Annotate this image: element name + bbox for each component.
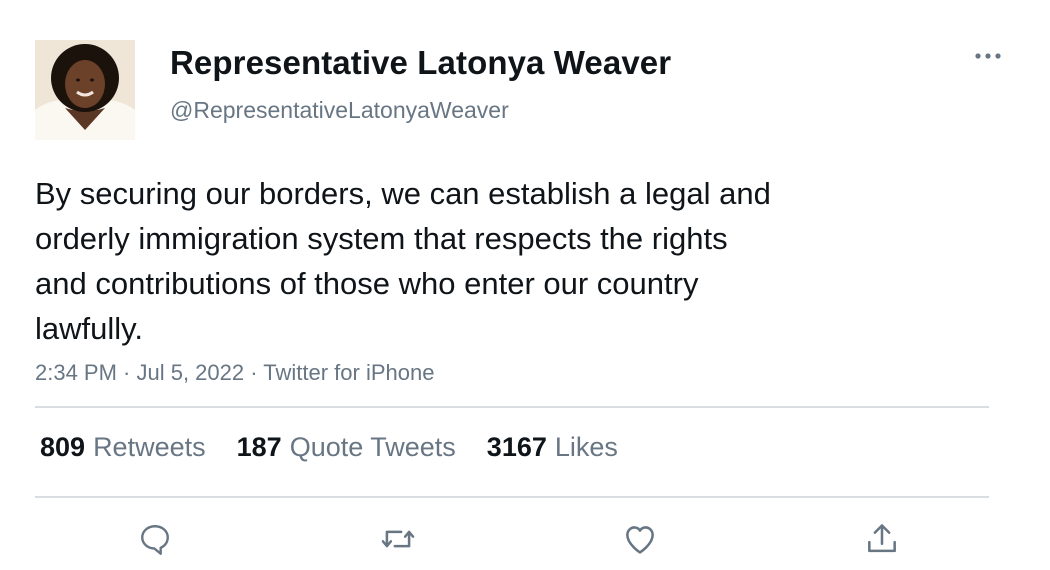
share-icon — [868, 524, 896, 553]
author-handle[interactable]: @RepresentativeLatonyaWeaver — [170, 97, 509, 124]
quote-tweets-label: Quote Tweets — [289, 432, 456, 462]
likes-count: 3167 — [486, 432, 547, 462]
tweet-text-line: lawfully. — [35, 311, 143, 346]
avatar[interactable] — [35, 40, 135, 140]
divider — [35, 496, 989, 498]
reply-button[interactable] — [134, 518, 176, 560]
like-button[interactable] — [619, 518, 661, 560]
retweets-label: Retweets — [93, 432, 206, 462]
more-horizontal-icon — [975, 53, 1001, 59]
reply-icon — [141, 525, 169, 555]
tweet-text-line: orderly immigration system that respects… — [35, 221, 728, 256]
avatar-image — [35, 40, 135, 140]
quote-tweets-stat[interactable]: 187 Quote Tweets — [237, 432, 456, 463]
more-options-button[interactable] — [970, 44, 1006, 68]
retweets-stat[interactable]: 809 Retweets — [40, 432, 206, 463]
engagement-stats: 809 Retweets 187 Quote Tweets 3167 Likes — [40, 432, 618, 463]
retweet-button[interactable] — [377, 518, 419, 560]
heart-icon — [626, 526, 654, 554]
share-button[interactable] — [861, 518, 903, 560]
quote-tweets-count: 187 — [236, 432, 282, 462]
likes-label: Likes — [554, 432, 618, 462]
likes-stat[interactable]: 3167 Likes — [487, 432, 618, 463]
tweet-timestamp[interactable]: 2:34 PM · Jul 5, 2022 · Twitter for iPho… — [35, 360, 434, 386]
tweet-text-line: By securing our borders, we can establis… — [35, 176, 771, 211]
divider — [35, 406, 989, 408]
author-display-name[interactable]: Representative Latonya Weaver — [170, 44, 671, 82]
retweet-icon — [381, 530, 415, 548]
tweet-text-line: and contributions of those who enter our… — [35, 266, 699, 301]
retweets-count: 809 — [40, 432, 86, 462]
tweet-text: By securing our borders, we can establis… — [35, 171, 935, 351]
